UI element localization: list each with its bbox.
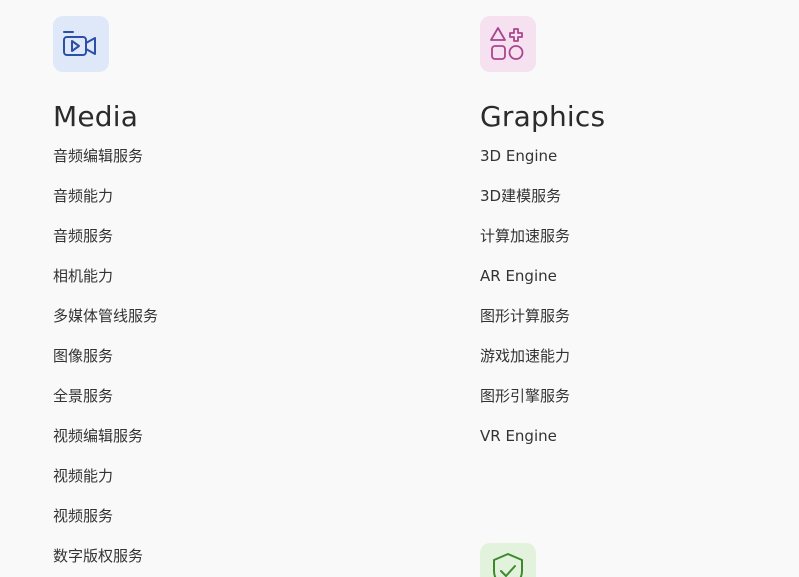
shapes-icon <box>490 27 524 60</box>
media-title: Media <box>53 100 139 133</box>
service-catalog: Media 音频编辑服务 音频能力 音频服务 相机能力 多媒体管线服务 图像服务… <box>0 0 799 577</box>
graphics-link-game-acceleration[interactable]: 游戏加速能力 <box>480 348 605 388</box>
media-link-audio-service[interactable]: 音频服务 <box>53 228 158 268</box>
media-link-multimedia-pipeline[interactable]: 多媒体管线服务 <box>53 308 158 348</box>
graphics-section: Graphics 3D Engine 3D建模服务 计算加速服务 AR Engi… <box>480 16 605 468</box>
graphics-link-vr-engine[interactable]: VR Engine <box>480 428 605 468</box>
graphics-link-graphics-engine[interactable]: 图形引擎服务 <box>480 388 605 428</box>
graphics-link-3d-modeling[interactable]: 3D建模服务 <box>480 188 605 228</box>
media-link-video-editing[interactable]: 视频编辑服务 <box>53 428 158 468</box>
media-link-panorama-service[interactable]: 全景服务 <box>53 388 158 428</box>
video-camera-icon <box>63 31 96 56</box>
media-section: Media 音频编辑服务 音频能力 音频服务 相机能力 多媒体管线服务 图像服务… <box>53 16 158 577</box>
shield-check-icon <box>493 553 523 577</box>
security-icon-tile <box>480 543 536 577</box>
graphics-link-graphics-compute[interactable]: 图形计算服务 <box>480 308 605 348</box>
media-link-camera-capability[interactable]: 相机能力 <box>53 268 158 308</box>
graphics-link-list: 3D Engine 3D建模服务 计算加速服务 AR Engine 图形计算服务… <box>480 148 605 468</box>
graphics-link-compute-acceleration[interactable]: 计算加速服务 <box>480 228 605 268</box>
graphics-link-ar-engine[interactable]: AR Engine <box>480 268 605 308</box>
graphics-icon-tile <box>480 16 536 72</box>
media-link-video-service[interactable]: 视频服务 <box>53 508 158 548</box>
media-link-audio-capability[interactable]: 音频能力 <box>53 188 158 228</box>
media-link-drm-service[interactable]: 数字版权服务 <box>53 548 158 577</box>
graphics-title: Graphics <box>480 100 606 133</box>
media-icon-tile <box>53 16 109 72</box>
media-link-audio-editing[interactable]: 音频编辑服务 <box>53 148 158 188</box>
media-link-image-service[interactable]: 图像服务 <box>53 348 158 388</box>
media-link-video-capability[interactable]: 视频能力 <box>53 468 158 508</box>
media-link-list: 音频编辑服务 音频能力 音频服务 相机能力 多媒体管线服务 图像服务 全景服务 … <box>53 148 158 577</box>
graphics-link-3d-engine[interactable]: 3D Engine <box>480 148 605 188</box>
